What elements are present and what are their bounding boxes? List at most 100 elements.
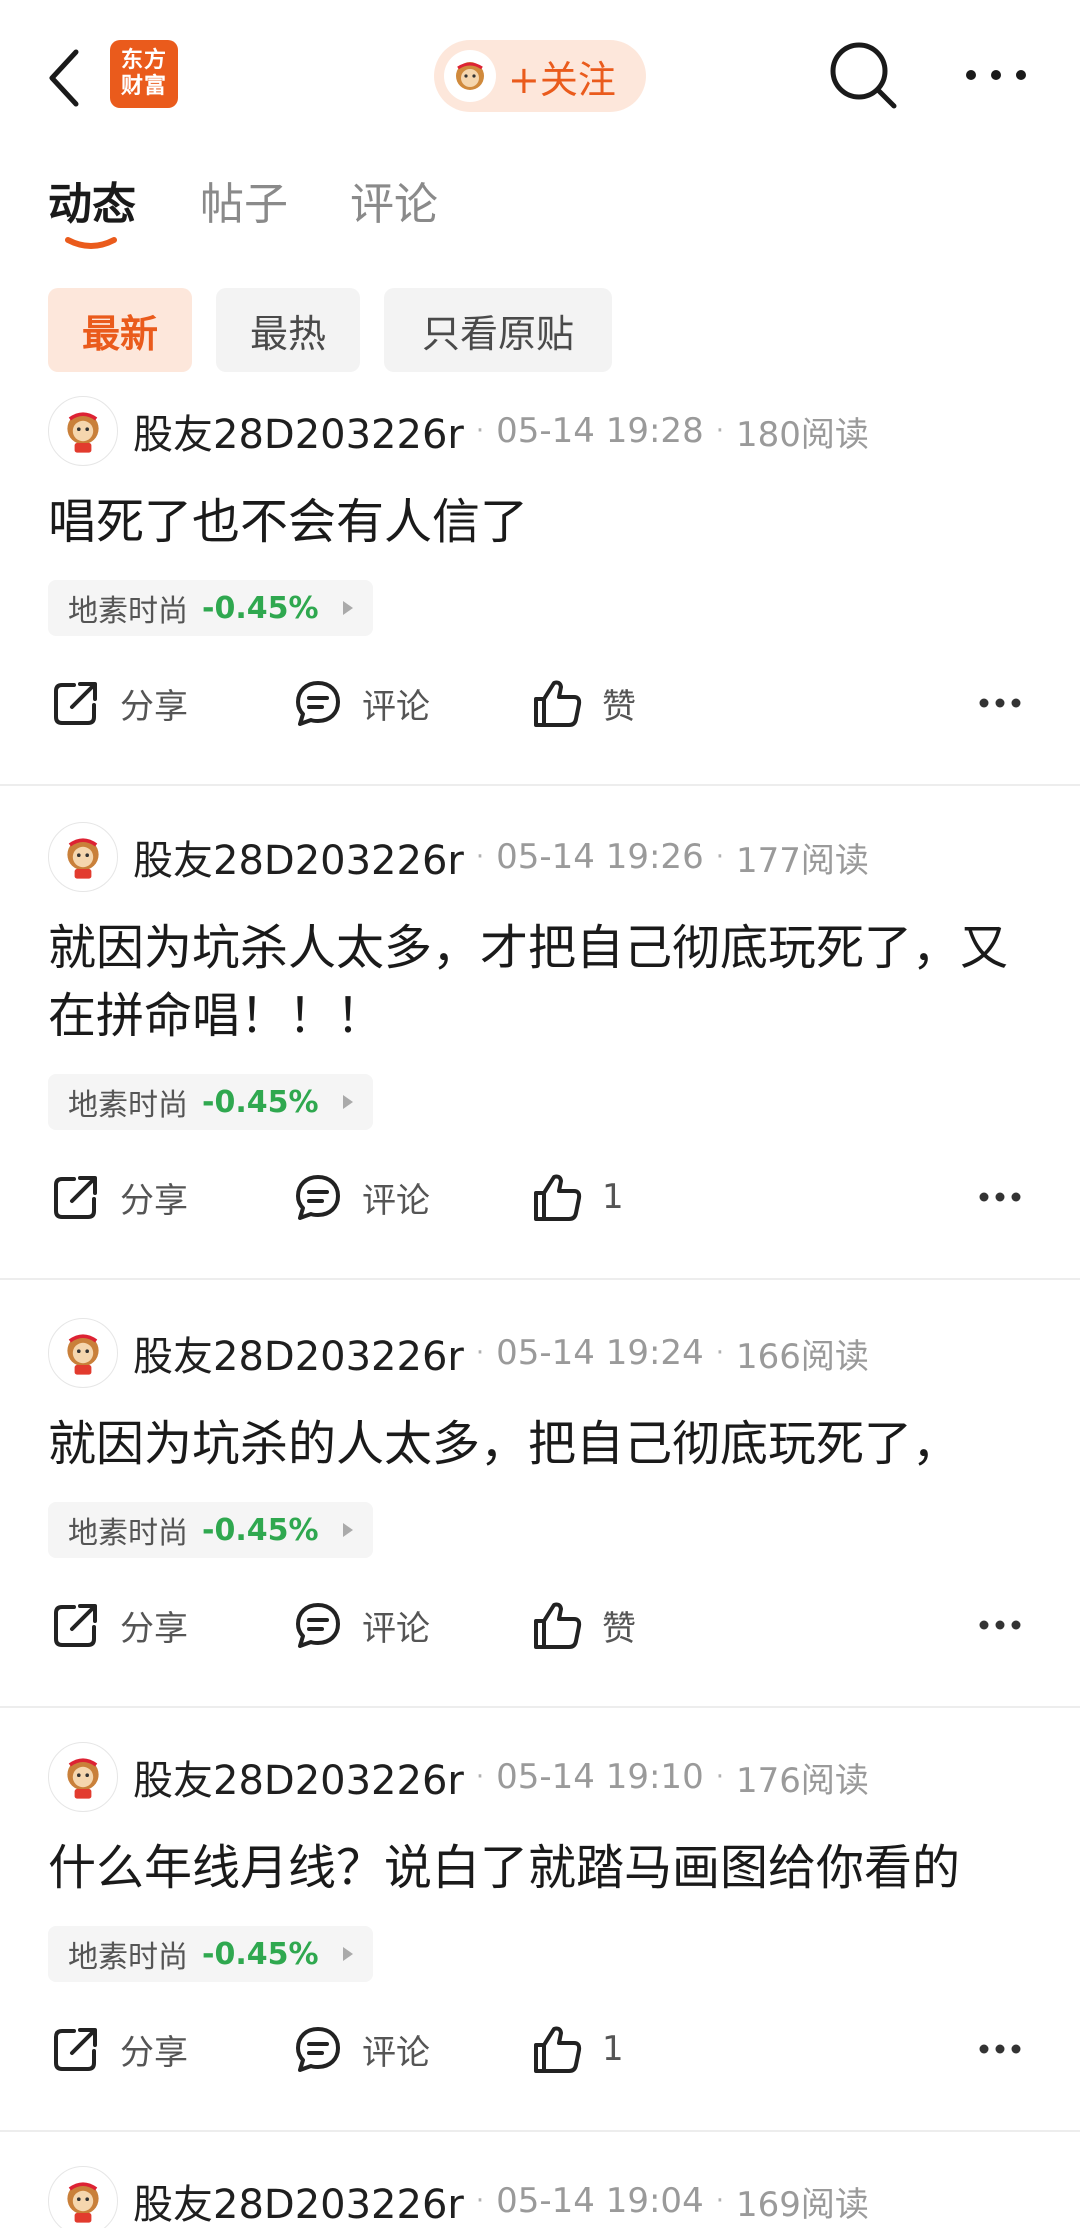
monkey-avatar-icon	[67, 838, 99, 879]
post-meta: 股友28D203226r · 05-14 19:10 · 176阅读	[133, 1742, 869, 1812]
arrow-right-icon	[342, 1095, 353, 1109]
divider	[0, 1706, 1080, 1708]
stock-tag[interactable]: 地素时尚 -0.45%	[48, 1074, 373, 1130]
stock-change: -0.45%	[202, 1936, 319, 1972]
post-meta: 股友28D203226r · 05-14 19:26 · 177阅读	[133, 822, 869, 892]
like-button[interactable]: 1	[530, 2014, 624, 2084]
tab-posts[interactable]: 帖子	[200, 168, 288, 232]
read-count: 176阅读	[735, 1760, 869, 1801]
user-name[interactable]: 股友28D203226r	[133, 828, 464, 886]
like-button[interactable]: 1	[530, 1162, 624, 1232]
comment-label: 评论	[362, 1608, 430, 1649]
share-icon	[54, 1176, 97, 1219]
top-bar: 东方财富 +关注	[0, 0, 1080, 150]
divider	[0, 1278, 1080, 1280]
comment-icon	[296, 1603, 340, 1648]
share-label: 分享	[120, 1608, 188, 1649]
monkey-avatar-icon	[67, 1758, 99, 1799]
user-name[interactable]: 股友28D203226r	[133, 1748, 464, 1806]
user-avatar[interactable]	[48, 1742, 118, 1812]
monkey-avatar-icon	[456, 62, 484, 90]
share-icon	[54, 1604, 97, 1647]
tab-comments[interactable]: 评论	[350, 168, 438, 232]
post-text[interactable]: 就因为坑杀人太多，才把自己彻底玩死了，又在拼命唱！！！	[48, 914, 1038, 1050]
comment-button[interactable]: 评论	[290, 668, 430, 738]
like-label: 赞	[602, 686, 636, 727]
stock-tag[interactable]: 地素时尚 -0.45%	[48, 1502, 373, 1558]
meta-separator: ·	[715, 1762, 724, 1792]
share-icon	[54, 2028, 97, 2071]
more-icon[interactable]	[978, 1618, 1022, 1632]
share-button[interactable]: 分享	[48, 668, 188, 738]
back-icon[interactable]	[44, 48, 84, 108]
post-text[interactable]: 什么年线月线？说白了就踏马画图给你看的	[48, 1834, 1038, 1902]
search-icon[interactable]	[826, 38, 900, 112]
logo-text: 东方财富	[120, 48, 167, 99]
comment-icon	[296, 1175, 340, 1220]
comment-icon	[296, 681, 340, 726]
post-meta: 股友28D203226r · 05-14 19:24 · 166阅读	[133, 1318, 869, 1388]
tab-dynamic[interactable]: 动态	[48, 168, 136, 232]
meta-separator: ·	[475, 1762, 485, 1792]
user-name[interactable]: 股友28D203226r	[133, 1324, 464, 1382]
share-button[interactable]: 分享	[48, 1590, 188, 1660]
stock-change: -0.45%	[202, 1512, 319, 1548]
post-time: 05-14 19:26	[496, 837, 704, 877]
comment-button[interactable]: 评论	[290, 2014, 430, 2084]
stock-name: 地素时尚	[68, 594, 188, 629]
like-button[interactable]: 赞	[530, 1590, 636, 1660]
divider	[0, 2130, 1080, 2132]
user-avatar[interactable]	[48, 822, 118, 892]
read-count: 169阅读	[735, 2184, 869, 2225]
more-icon[interactable]	[978, 1190, 1022, 1204]
post-meta: 股友28D203226r · 05-14 19:04 · 169阅读	[133, 2166, 869, 2228]
stock-name: 地素时尚	[68, 1088, 188, 1123]
like-label: 1	[602, 2029, 624, 2069]
meta-separator: ·	[715, 2186, 724, 2216]
arrow-right-icon	[342, 1523, 353, 1537]
share-icon	[54, 682, 97, 725]
read-count: 177阅读	[735, 840, 869, 881]
tab-bar: 动态 帖子 评论	[0, 168, 1080, 258]
stock-name: 地素时尚	[68, 1516, 188, 1551]
filter-bar: 最新 最热 只看原贴	[0, 288, 1080, 372]
more-icon[interactable]	[964, 68, 1028, 82]
like-button[interactable]: 赞	[530, 668, 636, 738]
share-button[interactable]: 分享	[48, 2014, 188, 2084]
post-text[interactable]: 就因为坑杀的人太多，把自己彻底玩死了，	[48, 1410, 1038, 1478]
user-name[interactable]: 股友28D203226r	[133, 2172, 464, 2228]
meta-separator: ·	[475, 416, 485, 446]
comment-icon	[296, 2027, 340, 2072]
arrow-right-icon	[342, 1947, 353, 1961]
share-label: 分享	[120, 2032, 188, 2073]
comment-button[interactable]: 评论	[290, 1162, 430, 1232]
app-logo: 东方财富	[110, 40, 178, 108]
post-time: 05-14 19:04	[496, 2181, 704, 2221]
share-button[interactable]: 分享	[48, 1162, 188, 1232]
thumbs-up-icon	[534, 2026, 582, 2073]
filter-original-only[interactable]: 只看原贴	[384, 288, 612, 372]
comment-button[interactable]: 评论	[290, 1590, 430, 1660]
user-avatar[interactable]	[48, 1318, 118, 1388]
user-avatar[interactable]	[48, 396, 118, 466]
stock-change: -0.45%	[202, 590, 319, 626]
post-time: 05-14 19:24	[496, 1333, 704, 1373]
post-time: 05-14 19:28	[496, 411, 704, 451]
more-icon[interactable]	[978, 2042, 1022, 2056]
post-text[interactable]: 唱死了也不会有人信了	[48, 488, 1038, 556]
stock-tag[interactable]: 地素时尚 -0.45%	[48, 1926, 373, 1982]
user-avatar[interactable]	[48, 2166, 118, 2228]
monkey-avatar-icon	[67, 2182, 99, 2223]
like-label: 1	[602, 1177, 624, 1217]
stock-tag[interactable]: 地素时尚 -0.45%	[48, 580, 373, 636]
filter-latest[interactable]: 最新	[48, 288, 192, 372]
more-icon[interactable]	[978, 696, 1022, 710]
meta-separator: ·	[475, 2186, 485, 2216]
user-name[interactable]: 股友28D203226r	[133, 402, 464, 460]
follow-button[interactable]: +关注	[434, 40, 646, 112]
meta-separator: ·	[715, 842, 724, 872]
filter-hot[interactable]: 最热	[216, 288, 360, 372]
share-label: 分享	[120, 686, 188, 727]
post-actions: 分享 评论 赞	[0, 668, 1080, 738]
meta-separator: ·	[475, 1338, 485, 1368]
